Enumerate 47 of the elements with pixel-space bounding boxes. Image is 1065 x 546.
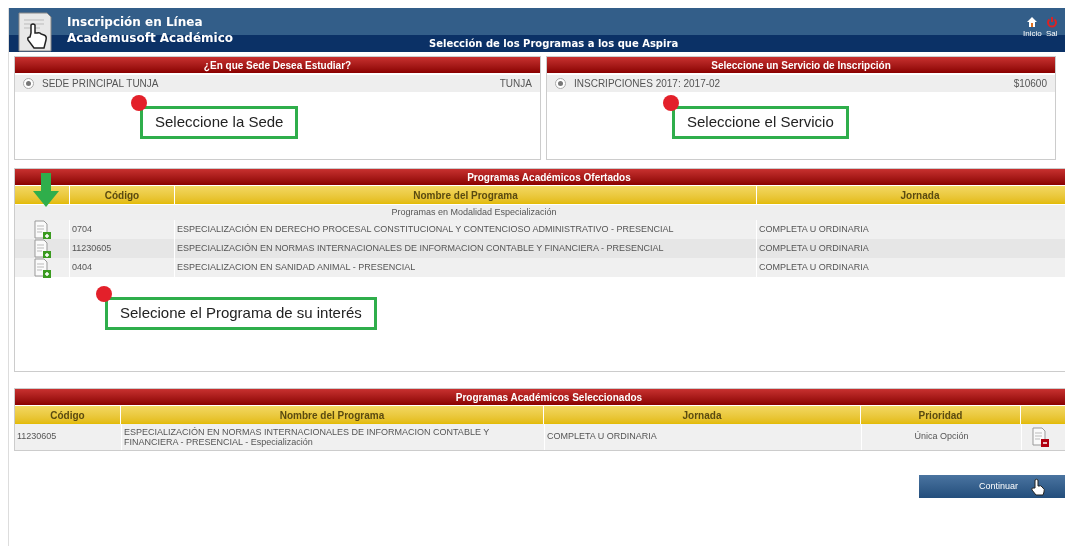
callout-marker (663, 95, 679, 111)
option-label: SEDE PRINCIPAL TUNJA (42, 77, 160, 91)
pointer-cursor-icon (1031, 478, 1045, 496)
option-row[interactable]: SEDE PRINCIPAL TUNJA TUNJA (15, 75, 540, 92)
service-panel-header: Seleccione un Servicio de Inscripción (547, 57, 1055, 73)
table-cell: COMPLETA U ORDINARIA (544, 424, 861, 450)
radio-button[interactable] (23, 78, 34, 89)
add-document-icon[interactable] (33, 220, 51, 240)
column-header: Código (15, 406, 121, 424)
remove-document-icon[interactable] (1032, 427, 1049, 447)
option-row[interactable]: INSCRIPCIONES 2017: 2017-02 $10600 (547, 75, 1055, 92)
table-cell: COMPLETA U ORDINARIA (756, 258, 1065, 278)
table-cell: Única Opción (861, 424, 1021, 450)
power-icon (1045, 16, 1058, 28)
radio-button[interactable] (555, 78, 566, 89)
offered-programs-header: Programas Académicos Ofertados (15, 169, 1065, 185)
add-document-icon[interactable] (33, 258, 51, 278)
callout-marker (96, 286, 112, 302)
column-header: Código (69, 186, 174, 204)
table-cell: 0404 (69, 258, 174, 278)
table-cell: ESPECIALIZACIÓN EN NORMAS INTERNACIONALES DE INFORMACION CONTABLE Y FINANCIERA - PRESENCIAL - Especialización (121, 424, 544, 450)
logout-link[interactable]: Sal (1045, 16, 1058, 40)
add-document-icon[interactable] (33, 239, 51, 259)
app-title: Inscripción en Línea (67, 14, 204, 30)
home-icon (1026, 16, 1039, 28)
callout-box: Seleccione la Sede (140, 106, 299, 139)
column-header: Prioridad (861, 406, 1021, 424)
option-label: INSCRIPCIONES 2017: 2017-02 (574, 77, 722, 91)
option-detail: TUNJA (499, 77, 532, 91)
app-subtitle: Academusoft Académico (67, 30, 233, 46)
selected-programs-header: Programas Académicos Seleccionados (15, 389, 1065, 405)
home-link[interactable]: Inicio (1023, 16, 1042, 40)
sede-panel-header: ¿En que Sede Desea Estudiar? (15, 57, 540, 73)
column-header: Jornada (756, 186, 1065, 204)
callout-box: Selecione el Programa de su interés (105, 297, 377, 330)
down-arrow-icon (33, 173, 59, 207)
table-cell: ESPECIALIZACION EN SANIDAD ANIMAL - PRESENCIAL (174, 258, 756, 278)
column-header: Nombre del Programa (121, 406, 544, 424)
column-header: Nombre del Programa (174, 186, 756, 204)
column-header: Jornada (544, 406, 861, 424)
option-detail: $10600 (1013, 77, 1047, 91)
page-title: Selección de los Programas a los que Aspira (429, 37, 679, 51)
table-cell-text: 11230605 (16, 430, 58, 444)
continue-button[interactable]: Continuar (919, 475, 1065, 498)
group-row: Programas en Modalidad Especialización (15, 205, 1065, 220)
callout-marker (131, 95, 147, 111)
callout-box: Seleccione el Servicio (672, 106, 849, 139)
